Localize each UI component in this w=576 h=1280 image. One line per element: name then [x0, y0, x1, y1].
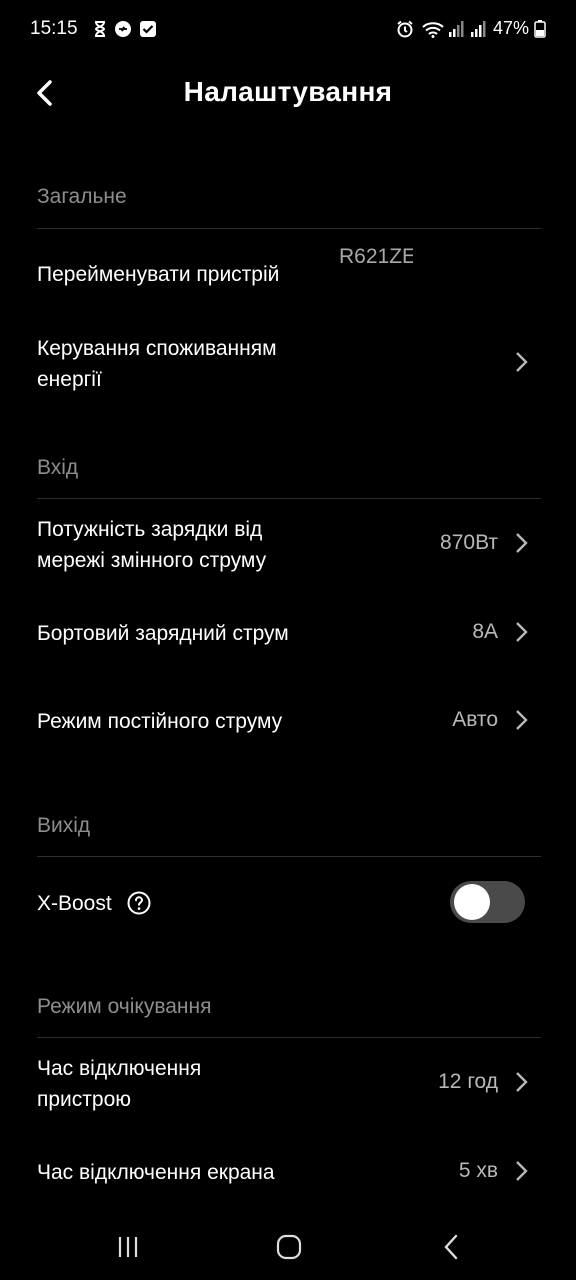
- section-title-standby: Режим очікування: [37, 995, 212, 1018]
- setting-label: Час відключення екрана: [37, 1161, 275, 1184]
- setting-label: Бортовий зарядний струм: [37, 622, 289, 645]
- recent-apps-icon[interactable]: [113, 1232, 143, 1262]
- setting-label: Перейменувати пристрій: [37, 263, 280, 286]
- signal-icon: [449, 21, 464, 37]
- checkbox-icon: [140, 21, 156, 37]
- setting-value: 5 хв: [458, 1159, 498, 1182]
- setting-value: 870Вт: [440, 531, 498, 554]
- device-name-value: R621ZE: [339, 245, 413, 268]
- page-title: Налаштування: [183, 76, 393, 107]
- wifi-icon: [422, 22, 444, 38]
- chevron-right-icon: [516, 710, 528, 730]
- xboost-toggle[interactable]: [450, 881, 525, 923]
- chevron-right-icon: [516, 1161, 528, 1181]
- setting-label: Потужність зарядки від: [37, 518, 263, 541]
- setting-value: 12 год: [438, 1070, 498, 1093]
- toggle-knob: [454, 884, 490, 920]
- signal-icon: [471, 21, 486, 37]
- status-time: 15:15: [30, 18, 78, 39]
- chevron-right-icon: [516, 533, 528, 553]
- hourglass-icon: [94, 21, 106, 37]
- setting-label: X-Boost: [37, 892, 112, 915]
- battery-icon: [534, 20, 546, 38]
- setting-label: мережі змінного струму: [37, 549, 267, 572]
- divider: [37, 228, 541, 229]
- divider: [37, 1037, 541, 1038]
- divider: [37, 498, 541, 499]
- chevron-right-icon: [516, 352, 528, 372]
- setting-label: Час відключення: [37, 1057, 202, 1080]
- section-title-input: Вхід: [37, 456, 79, 479]
- setting-value: 8A: [472, 620, 498, 643]
- section-title-output: Вихід: [37, 814, 91, 837]
- chevron-right-icon: [516, 622, 528, 642]
- setting-value: Авто: [452, 708, 498, 731]
- help-icon[interactable]: [127, 891, 151, 915]
- section-title-general: Загальне: [37, 185, 127, 208]
- chevron-right-icon: [516, 1072, 528, 1092]
- setting-label: Режим постійного струму: [37, 710, 283, 733]
- setting-label: енергії: [37, 368, 102, 391]
- home-icon[interactable]: [274, 1232, 304, 1262]
- setting-label: Керування споживанням: [37, 337, 277, 360]
- back-icon[interactable]: [437, 1232, 467, 1262]
- setting-label: пристрою: [37, 1088, 132, 1111]
- alarm-icon: [397, 20, 413, 38]
- battery-percentage: 47%: [493, 18, 530, 38]
- sync-icon: [115, 21, 131, 37]
- divider: [37, 856, 541, 857]
